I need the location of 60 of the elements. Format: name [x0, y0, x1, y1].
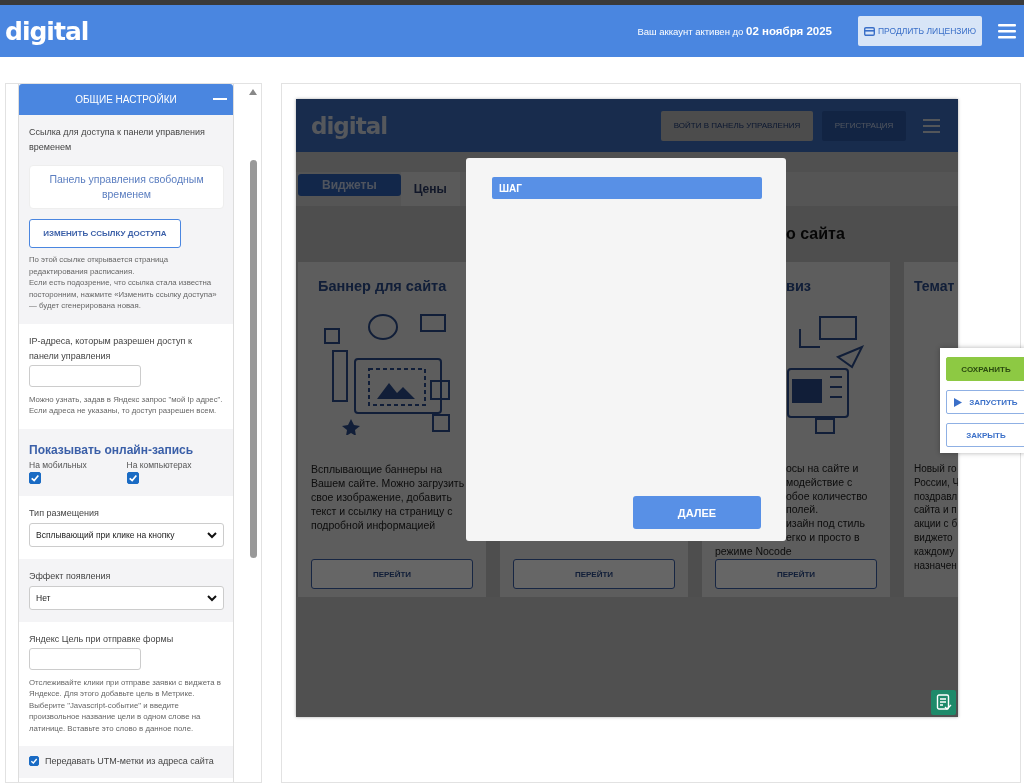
next-button[interactable]: ДАЛЕЕ: [633, 496, 761, 529]
input-field[interactable]: [29, 364, 141, 387]
card-text-line: каждому: [914, 545, 955, 557]
card-text-line: егко и просто в: [786, 531, 860, 543]
play-icon: [954, 397, 963, 407]
input-field[interactable]: [29, 647, 141, 670]
field-label: Яндекс Цель при отправке формы: [29, 632, 175, 646]
field-label: Эффект появления: [29, 569, 112, 583]
scroll-up-icon[interactable]: [249, 89, 257, 95]
field-label: Ссылка для доступа к панели управления временем: [29, 126, 206, 154]
checklist-button[interactable]: [931, 690, 956, 715]
card-text-line: сайта и п: [914, 504, 957, 516]
checkbox[interactable]: [29, 471, 41, 484]
card-text-line: режиме Nocode: [715, 544, 792, 557]
section-title: ОБЩИЕ НАСТРОЙКИ: [75, 94, 177, 105]
checkbox-label: Передавать UTM-метки из адреса сайта: [45, 756, 214, 766]
access-link[interactable]: Панель управления свободным временем: [29, 165, 224, 209]
menu-icon[interactable]: [923, 118, 940, 133]
logo[interactable]: digital: [5, 16, 89, 46]
chevron-down-icon: [207, 593, 217, 602]
action-button[interactable]: ЗАПУСТИТЬ: [946, 390, 1024, 414]
account-status: Ваш аккаунт активен до 02 ноября 2025: [637, 25, 832, 37]
card-title: Баннер для сайта: [318, 278, 447, 294]
go-button[interactable]: ПЕРЕЙТИ: [715, 559, 877, 589]
section-header[interactable]: ОБЩИЕ НАСТРОЙКИ: [19, 84, 233, 115]
field-label: Тип размещения: [29, 506, 100, 520]
card-icon: [863, 26, 875, 36]
section-heading: Показывать онлайн-запись: [29, 442, 195, 457]
checkbox[interactable]: [126, 471, 139, 484]
menu-icon[interactable]: [998, 23, 1016, 39]
section-heading: о сайта: [786, 225, 845, 243]
card-text-line: акции с б: [914, 518, 958, 530]
card-text-line: назначен: [914, 559, 957, 571]
checkbox[interactable]: [29, 756, 39, 766]
select-field[interactable]: Нет: [29, 585, 224, 610]
card-text-line: изайн под стиль: [786, 517, 865, 530]
checkbox-label: На мобильных: [29, 459, 88, 470]
card-text-line: обое количество: [786, 489, 868, 502]
card-text-line: Новый го: [914, 463, 957, 474]
go-button[interactable]: ПЕРЕЙТИ: [513, 559, 675, 589]
action-button[interactable]: ЗАКРЫТЬ: [946, 423, 1024, 447]
card-title: виз: [786, 278, 812, 294]
chevron-down-icon: [207, 530, 217, 539]
renew-license-button[interactable]: ПРОДЛИТЬ ЛИЦЕНЗИЮ: [858, 16, 982, 46]
card-title: Темат: [914, 278, 955, 294]
select-field[interactable]: Всплывающий при клике на кнопку: [29, 522, 224, 547]
change-link-button[interactable]: ИЗМЕНИТЬ ССЫЛКУ ДОСТУПА: [29, 219, 181, 248]
tab[interactable]: Цены: [400, 172, 460, 206]
action-button[interactable]: СОХРАНИТЬ: [946, 357, 1024, 381]
step-header: ШАГ: [492, 177, 762, 199]
field-label: IP-адреса, которым разрешен доступ к панели управления: [29, 334, 193, 363]
card-text-line: России, Ч: [914, 476, 958, 488]
go-button[interactable]: ПЕРЕЙТИ: [311, 559, 473, 589]
card-text-line: виджето: [914, 532, 953, 543]
checkbox-label: На компьютерах: [126, 459, 193, 470]
card-text-line: модействие с: [786, 475, 853, 488]
card-text-line: осы на сайте и: [786, 462, 859, 474]
card-text-line: полей.: [786, 503, 819, 516]
card-text-line: поздравл: [914, 490, 958, 502]
card-description: Всплывающие баннеры на Вашем сайте. Можно загрузить свое изображение, добавить текст и ссылку на страницу с подробной информацией: [311, 462, 466, 532]
